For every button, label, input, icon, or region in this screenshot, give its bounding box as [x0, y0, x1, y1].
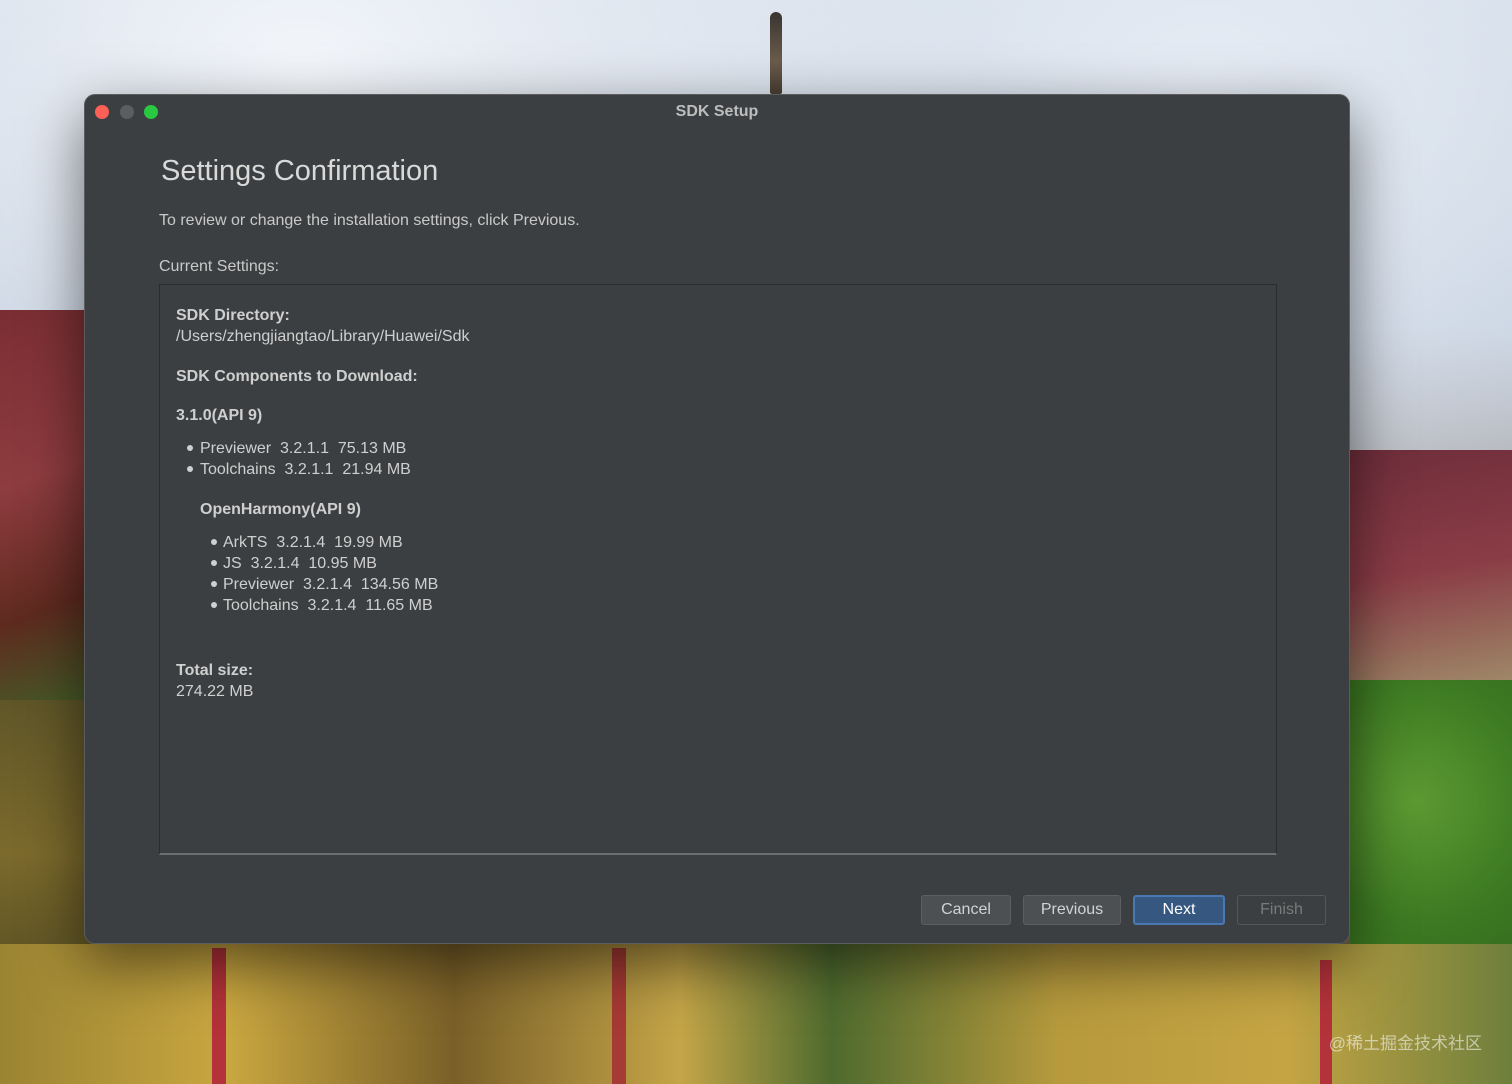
- next-button[interactable]: Next: [1133, 895, 1225, 925]
- page-title: Settings Confirmation: [161, 155, 439, 187]
- component-name: Toolchains: [223, 597, 299, 614]
- component-name: Previewer: [200, 440, 272, 457]
- watermark: @稀土掘金技术社区: [1328, 1034, 1482, 1053]
- components-label: SDK Components to Download:: [176, 368, 418, 385]
- settings-summary-panel[interactable]: SDK Directory: /Users/zhengjiangtao/Libr…: [159, 284, 1277, 855]
- component-version: 3.2.1.4: [307, 597, 357, 614]
- current-settings-label: Current Settings:: [159, 258, 280, 275]
- component-size: 21.94 MB: [342, 461, 411, 478]
- component-size: 19.99 MB: [334, 534, 403, 551]
- background-spire: [770, 12, 782, 94]
- bullet-icon: [211, 602, 217, 608]
- cancel-button[interactable]: Cancel: [921, 895, 1011, 925]
- page-subtitle: To review or change the installation set…: [159, 212, 580, 229]
- finish-button[interactable]: Finish: [1237, 895, 1326, 925]
- component-version: 3.2.1.1: [280, 440, 329, 457]
- component-size: 134.56 MB: [360, 576, 439, 593]
- sdk-directory-value: /Users/zhengjiangtao/Library/Huawei/Sdk: [176, 328, 470, 345]
- window-title: SDK Setup: [675, 103, 759, 120]
- component-size: 11.65 MB: [365, 597, 433, 614]
- bullet-icon: [187, 445, 193, 451]
- sdk-directory-label: SDK Directory:: [176, 307, 290, 324]
- component-version: 3.2.1.4: [250, 555, 300, 572]
- total-size-value: 274.22 MB: [176, 683, 254, 700]
- background-temple-facade: [0, 944, 1512, 1084]
- component-item: Toolchains 3.2.1.4 11.65 MB: [223, 597, 433, 615]
- background-pillar: [212, 948, 226, 1084]
- component-item: Previewer 3.2.1.1 75.13 MB: [200, 440, 406, 458]
- background-temple-roof-right: [1350, 450, 1512, 690]
- component-item: JS 3.2.1.4 10.95 MB: [223, 555, 377, 573]
- background-pillar: [612, 948, 626, 1084]
- component-name: ArkTS: [223, 534, 268, 551]
- title-bar[interactable]: SDK Setup: [85, 95, 1349, 129]
- bullet-icon: [211, 581, 217, 587]
- component-item: Previewer 3.2.1.4 134.56 MB: [223, 576, 438, 594]
- previous-button[interactable]: Previous: [1023, 895, 1121, 925]
- component-version: 3.2.1.4: [303, 576, 352, 593]
- component-size: 10.95 MB: [308, 555, 377, 572]
- background-pillar: [1320, 960, 1332, 1084]
- component-group-title: OpenHarmony(API 9): [200, 501, 361, 518]
- bullet-icon: [211, 539, 217, 545]
- component-name: Previewer: [223, 576, 295, 593]
- total-size-label: Total size:: [176, 662, 254, 679]
- background-temple-roof-left: [0, 310, 90, 730]
- component-size: 75.13 MB: [337, 440, 407, 457]
- bullet-icon: [211, 560, 217, 566]
- component-version: 3.2.1.1: [284, 461, 334, 478]
- component-item: Toolchains 3.2.1.1 21.94 MB: [200, 461, 411, 479]
- sdk-setup-window: SDK Setup Settings Confirmation To revie…: [84, 94, 1350, 944]
- component-item: ArkTS 3.2.1.4 19.99 MB: [223, 534, 403, 552]
- component-group-title: 3.1.0(API 9): [176, 407, 263, 424]
- component-name: JS: [223, 555, 242, 572]
- bullet-icon: [187, 466, 193, 472]
- component-name: Toolchains: [200, 461, 276, 478]
- component-version: 3.2.1.4: [276, 534, 326, 551]
